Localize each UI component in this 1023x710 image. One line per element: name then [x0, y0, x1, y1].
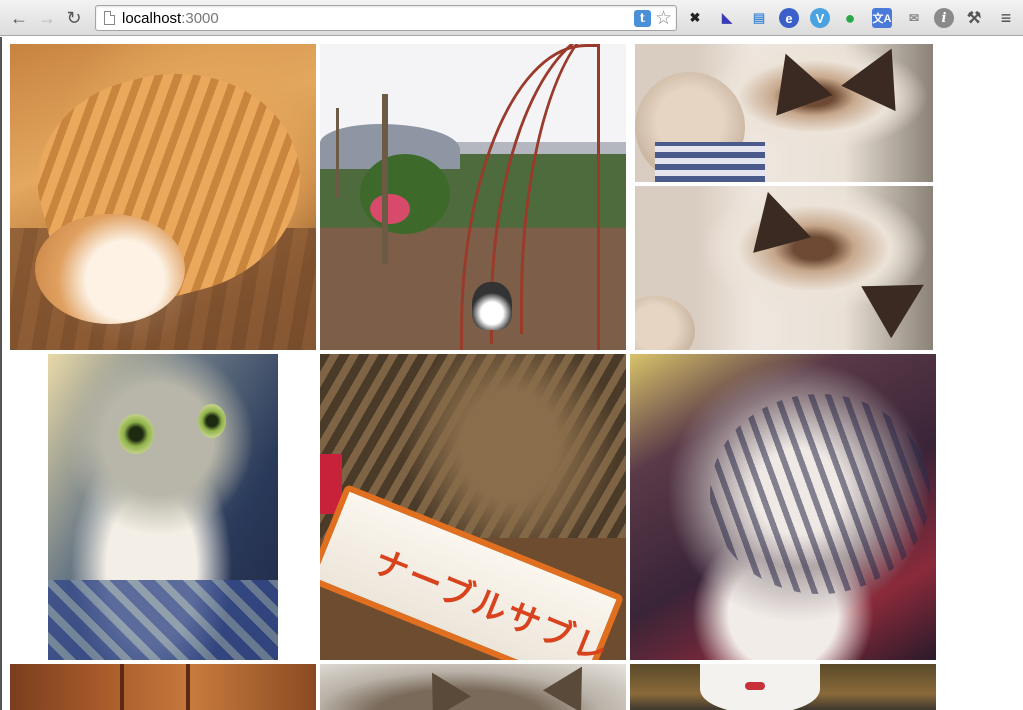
photo-garden-cat[interactable]: [320, 44, 626, 350]
photo-white-cat[interactable]: [630, 664, 936, 710]
photo-tabby-cat-snack[interactable]: ナーブルサブレ: [320, 354, 626, 660]
url-host: localhost: [122, 10, 182, 27]
photo-fluffy-kitten[interactable]: [630, 354, 936, 660]
photo-tabby-head[interactable]: [320, 664, 626, 710]
forward-button[interactable]: →: [36, 7, 58, 29]
leaf-icon[interactable]: ●: [840, 8, 860, 28]
reload-icon: ↻: [66, 8, 82, 28]
photo-siamese-cat-bear[interactable]: [635, 44, 933, 182]
wrench-icon[interactable]: ⚒: [964, 8, 984, 28]
mail-icon[interactable]: ✉: [904, 8, 924, 28]
photo-wooden-room[interactable]: [10, 664, 316, 710]
e-icon[interactable]: e: [779, 8, 799, 28]
url-port: :3000: [181, 10, 219, 27]
mask-icon[interactable]: ◣: [717, 8, 737, 28]
menu-icon[interactable]: ≡: [996, 8, 1016, 28]
photo-calico-cat[interactable]: [48, 354, 278, 660]
photo-orange-cat[interactable]: [10, 44, 316, 350]
browser-toolbar: ← → ↻ localhost:3000 t ☆ ✖ ◣ ▤ e V ● 文A …: [0, 0, 1023, 36]
url-text[interactable]: localhost:3000: [122, 10, 219, 27]
address-bar[interactable]: localhost:3000 t ☆: [95, 5, 677, 31]
info-icon[interactable]: i: [934, 8, 954, 28]
folder-icon[interactable]: ▤: [749, 8, 769, 28]
arrow-right-icon: →: [38, 8, 56, 28]
photo-siamese-cat-sleeping[interactable]: [635, 186, 933, 350]
arrow-left-icon: ←: [10, 8, 28, 28]
bookmark-star-icon[interactable]: ☆: [655, 7, 672, 30]
pin-icon[interactable]: ✖: [685, 8, 705, 28]
page-icon: [104, 11, 115, 25]
text-extension-icon[interactable]: t: [634, 10, 651, 27]
back-button[interactable]: ←: [8, 7, 30, 29]
translate-icon[interactable]: 文A: [872, 8, 892, 28]
v-icon[interactable]: V: [810, 8, 830, 28]
reload-button[interactable]: ↻: [63, 7, 85, 29]
page-content: ナーブルサブレ: [0, 37, 1023, 710]
